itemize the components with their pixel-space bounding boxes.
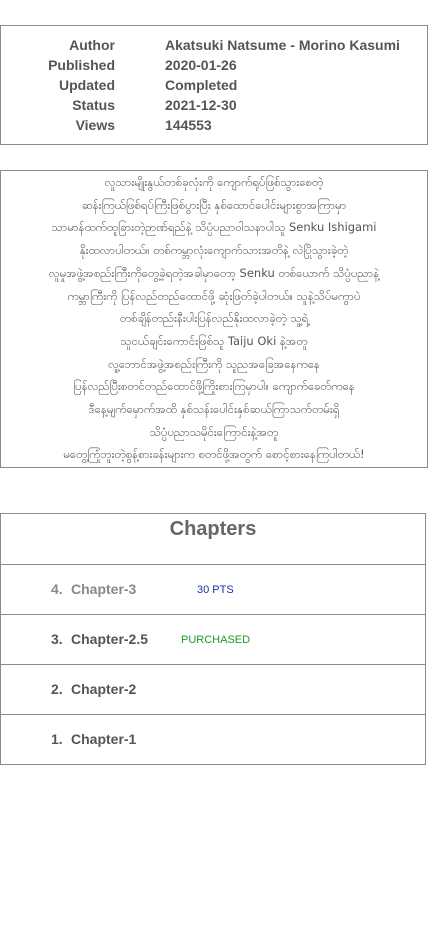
description-line: သူငယ်ချင်းကောင်းဖြစ်သူ Taiju Oki နဲ့အတူ (120, 333, 308, 348)
chapter-number: 4. (51, 581, 63, 597)
info-row-updated: Updated Completed (1, 77, 427, 97)
description-line: တစ်ချိန်တည်းနီးပါးပြန်လည်နိုးထလာခဲ့တဲ့ သ… (119, 311, 309, 326)
updated-value: Completed (165, 77, 238, 93)
info-label: Status (72, 97, 115, 113)
info-row-views: Views 144553 (1, 117, 427, 137)
info-label: Updated (59, 77, 115, 93)
info-row-status: Status 2021-12-30 (1, 97, 427, 117)
chapter-title: Chapter-3 (71, 581, 137, 597)
description-line: မတွေ့ကြုံဘူးတဲ့စွန့်စားခန်းများက စတင်ဖို… (63, 447, 365, 462)
description-line: လူ့ဘောင်အဖွဲ့အစည်းကြီးကို သူညအခြေအနေကနေ (108, 356, 320, 371)
description-text: လူသားမျိုးနွယ်တစ်ခုလုံးကို ကျောက်ရုပ်ဖြစ… (9, 171, 419, 466)
chapter-row-chapter-2[interactable]: 2. Chapter-2 (0, 664, 426, 714)
description-line: ဆန်းကြယ်ဖြစ်ရပ်ကြီးဖြစ်ပွားပြီး နှစ်ထောင… (81, 197, 347, 212)
chapter-number: 1. (51, 731, 63, 747)
info-label: Author (69, 37, 115, 53)
chapters-title: Chapters (169, 518, 257, 540)
description-line: သိပ္ပံပညာသမိုင်းကြောင်းနဲ့အတူ (149, 424, 279, 439)
purchased-badge: PURCHASED (181, 634, 251, 646)
chapter-row-chapter-2-5[interactable]: 3. Chapter-2.5 PURCHASED (0, 614, 426, 664)
chapters-header: Chapters (0, 513, 426, 564)
chapter-title: Chapter-2.5 (71, 631, 149, 647)
description-line: ကမ္ဘာကြီးကို ပြန်လည်တည်ထောင်ဖို့ ဆုံးဖြတ… (67, 288, 361, 303)
description-line: ဒီနေ့မျက်မှောက်အထိ နှစ်သန်းပေါင်းနှစ်ဆယ်… (88, 402, 340, 417)
info-row-author: Author Akatsuki Natsume - Morino Kasumi (1, 37, 427, 57)
chapter-row-chapter-1[interactable]: 1. Chapter-1 (0, 714, 426, 765)
description-line: လူမှုအဖွဲ့အစည်းကြီးကိုတွေ့ခဲ့ရတဲ့အခါမှာတ… (48, 265, 380, 280)
info-label: Views (75, 117, 115, 133)
views-value: 144553 (165, 117, 212, 133)
chapter-row-chapter-3[interactable]: 4. Chapter-3 30 PTS (0, 564, 426, 614)
points-badge: 30 PTS (197, 584, 234, 596)
info-label: Published (48, 57, 115, 73)
description-line: သာမာန်ထက်ထူခြားတဲ့ဉာဏ်ရည်နဲ့ သိပ္ပံပညာဝါ… (51, 220, 377, 235)
info-row-published: Published 2020-01-26 (1, 57, 427, 77)
chapters-section: Chapters 4. Chapter-3 30 PTS 3. Chapter-… (0, 513, 426, 765)
chapter-title: Chapter-1 (71, 731, 137, 747)
description-panel: လူသားမျိုးနွယ်တစ်ခုလုံးကို ကျောက်ရုပ်ဖြစ… (0, 170, 428, 468)
chapter-title: Chapter-2 (71, 681, 137, 697)
published-value: 2020-01-26 (165, 57, 237, 73)
chapter-number: 2. (51, 681, 63, 697)
author-value: Akatsuki Natsume - Morino Kasumi (165, 37, 400, 53)
chapter-number: 3. (51, 631, 63, 647)
description-line: လူသားမျိုးနွယ်တစ်ခုလုံးကို ကျောက်ရုပ်ဖြစ… (104, 175, 324, 189)
info-panel: Author Akatsuki Natsume - Morino Kasumi … (0, 25, 428, 145)
status-value: 2021-12-30 (165, 97, 237, 113)
description-line: ပြန်လည်ပြီးစတင်တည်ထောင်ဖို့ကြိုးစားကြမှာ… (73, 379, 355, 394)
description-line: နိုးထလာပါတယ်။ တစ်ကမ္ဘာလုံးကျောက်သားအတိနဲ… (79, 243, 349, 258)
